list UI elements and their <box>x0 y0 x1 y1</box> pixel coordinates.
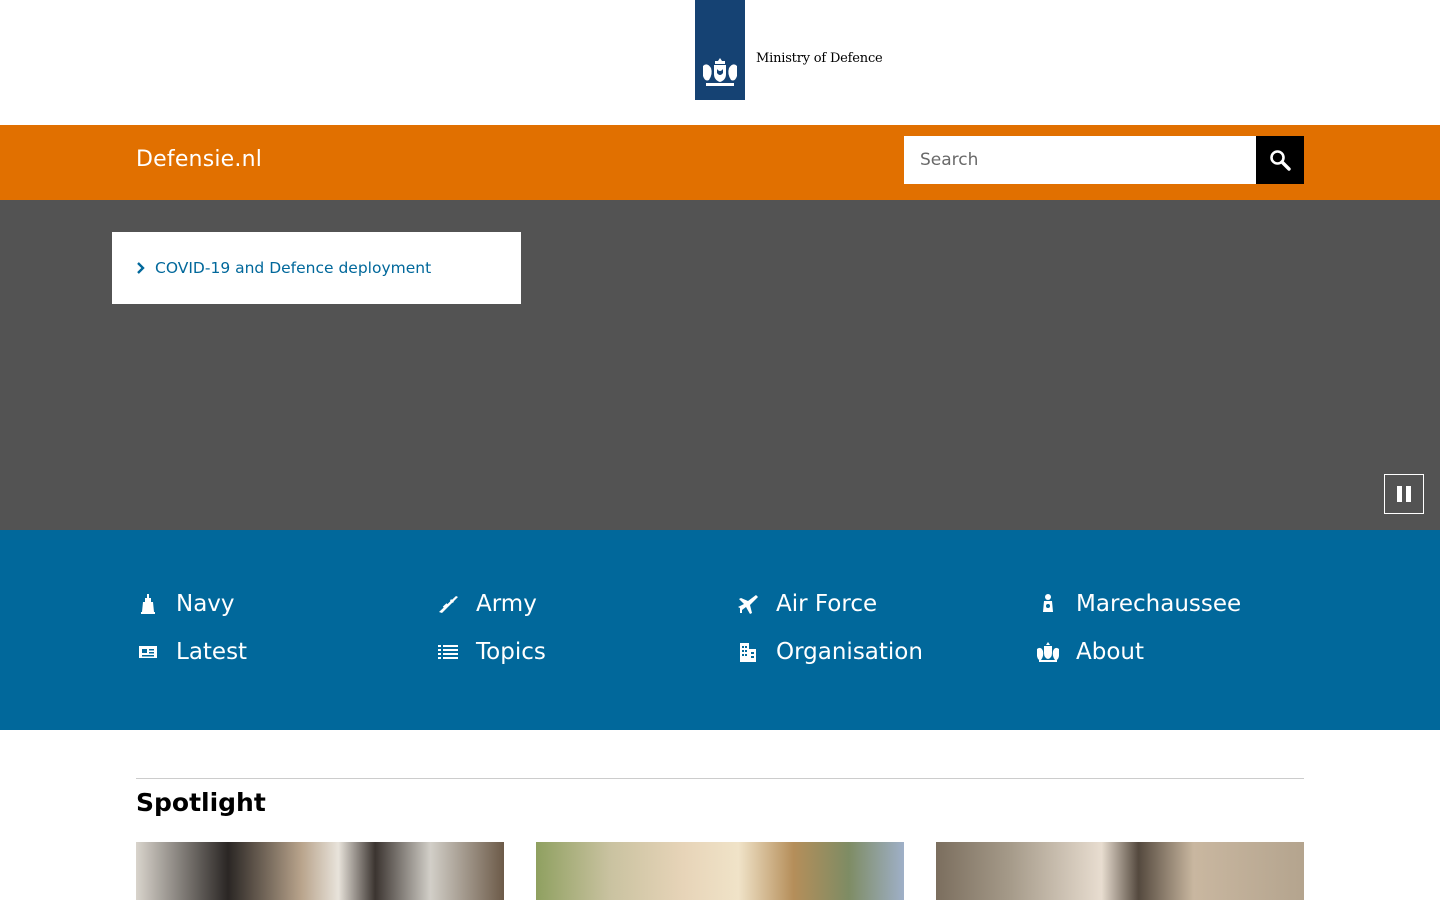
army-icon <box>436 592 460 616</box>
nav-item-label: Air Force <box>776 591 878 617</box>
nav-item-organisation[interactable]: Organisation <box>736 636 1036 668</box>
logo-text: Ministry of Defence <box>756 51 883 66</box>
nav-item-label: Latest <box>176 639 248 665</box>
nav-item-label: Marechaussee <box>1076 591 1242 617</box>
nav-item-marechaussee[interactable]: Marechaussee <box>1036 588 1304 620</box>
crest-icon <box>1036 640 1060 664</box>
hero-link-label: COVID-19 and Defence deployment <box>155 259 432 277</box>
chevron-right-icon <box>136 262 145 274</box>
divider <box>136 778 1304 779</box>
nav-item-label: About <box>1076 639 1145 665</box>
spotlight-card-image[interactable] <box>536 842 904 900</box>
nav-item-army[interactable]: Army <box>436 588 736 620</box>
search-input[interactable] <box>904 136 1256 184</box>
rijksoverheid-logo[interactable] <box>695 0 745 100</box>
nav-item-navy[interactable]: Navy <box>136 588 436 620</box>
nav-item-air-force[interactable]: Air Force <box>736 588 1036 620</box>
search-button[interactable] <box>1256 136 1304 184</box>
nav-item-label: Navy <box>176 591 235 617</box>
navy-icon <box>136 592 160 616</box>
hero-link[interactable]: COVID-19 and Defence deployment <box>136 259 431 277</box>
spotlight-card-image[interactable] <box>136 842 504 900</box>
spotlight-card-image[interactable] <box>936 842 1304 900</box>
nav-item-latest[interactable]: Latest <box>136 636 436 668</box>
main-navigation: Navy Army Air Force Marechaussee Latest <box>0 530 1440 730</box>
pause-button[interactable] <box>1384 474 1424 514</box>
nav-item-topics[interactable]: Topics <box>436 636 736 668</box>
nav-item-label: Organisation <box>776 639 923 665</box>
search-icon <box>1270 150 1291 171</box>
nav-item-about[interactable]: About <box>1036 636 1304 668</box>
air-force-icon <box>736 592 760 616</box>
news-icon <box>136 640 160 664</box>
hero-card: COVID-19 and Defence deployment <box>112 232 521 304</box>
logo-bar: Ministry of Defence <box>0 0 1440 125</box>
marechaussee-icon <box>1036 592 1060 616</box>
pause-icon <box>1395 486 1413 502</box>
building-icon <box>736 640 760 664</box>
coat-of-arms-icon <box>703 58 737 86</box>
hero-carousel: COVID-19 and Defence deployment <box>0 200 1440 530</box>
spotlight-heading: Spotlight <box>136 788 266 817</box>
nav-item-label: Topics <box>476 639 546 665</box>
nav-item-label: Army <box>476 591 537 617</box>
list-icon <box>436 640 460 664</box>
site-name-link[interactable]: Defensie.nl <box>136 147 262 172</box>
site-header: Defensie.nl <box>0 125 1440 200</box>
